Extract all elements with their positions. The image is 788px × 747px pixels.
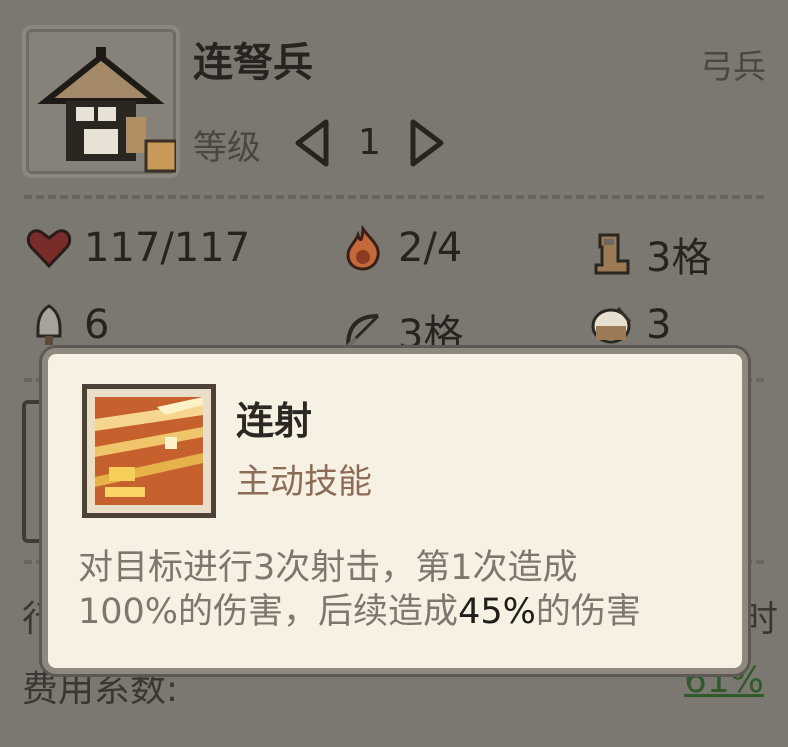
level-prev-button[interactable] — [292, 118, 334, 168]
food-value: 3 — [646, 302, 672, 348]
stat-cost: 2/4 — [340, 225, 462, 271]
chevron-right-icon — [410, 119, 444, 167]
skill-desc-line2: 100%的伤害，后续造成45%的伤害 — [78, 590, 728, 634]
chevron-left-icon — [295, 119, 329, 167]
hidden-skill-slot — [22, 400, 40, 543]
skill-desc-highlight: 45% — [458, 592, 536, 632]
crossbowman-portrait-icon — [37, 47, 178, 173]
level-value: 1 — [358, 122, 381, 163]
sword-icon — [26, 302, 72, 348]
skill-icon — [82, 384, 216, 518]
move-value: 3格 — [646, 235, 712, 281]
unit-portrait[interactable] — [22, 25, 180, 178]
level-label: 等级 — [193, 128, 261, 168]
unit-type: 弓兵 — [700, 47, 766, 86]
stat-move: 3格 — [588, 225, 711, 283]
skill-desc-line2-a: 100%的伤害，后续造成 — [78, 592, 459, 632]
skill-description: 对目标进行3次射击，第1次造成 100%的伤害，后续造成45%的伤害 — [78, 546, 728, 634]
divider — [24, 195, 764, 199]
flame-icon — [340, 225, 386, 271]
cost-value: 2/4 — [398, 225, 463, 271]
skill-name: 连射 — [236, 399, 313, 443]
skill-type: 主动技能 — [236, 462, 372, 502]
stat-attack: 6 — [26, 302, 109, 348]
boot-icon — [588, 231, 634, 277]
multi-shot-icon — [95, 397, 203, 505]
attack-value: 6 — [84, 302, 110, 348]
unit-name: 连弩兵 — [193, 40, 313, 86]
skill-desc-line2-b: 的伤害 — [535, 592, 641, 632]
skill-desc-line1: 对目标进行3次射击，第1次造成 — [78, 548, 578, 588]
stat-hp: 117/117 — [26, 225, 250, 271]
skill-tooltip: 连射 主动技能 对目标进行3次射击，第1次造成 100%的伤害，后续造成45%的… — [42, 348, 748, 674]
hp-value: 117/117 — [84, 225, 251, 271]
rice-bowl-icon — [588, 302, 634, 348]
heart-icon — [26, 225, 72, 271]
level-next-button[interactable] — [405, 118, 447, 168]
stat-food: 3 — [588, 302, 671, 348]
